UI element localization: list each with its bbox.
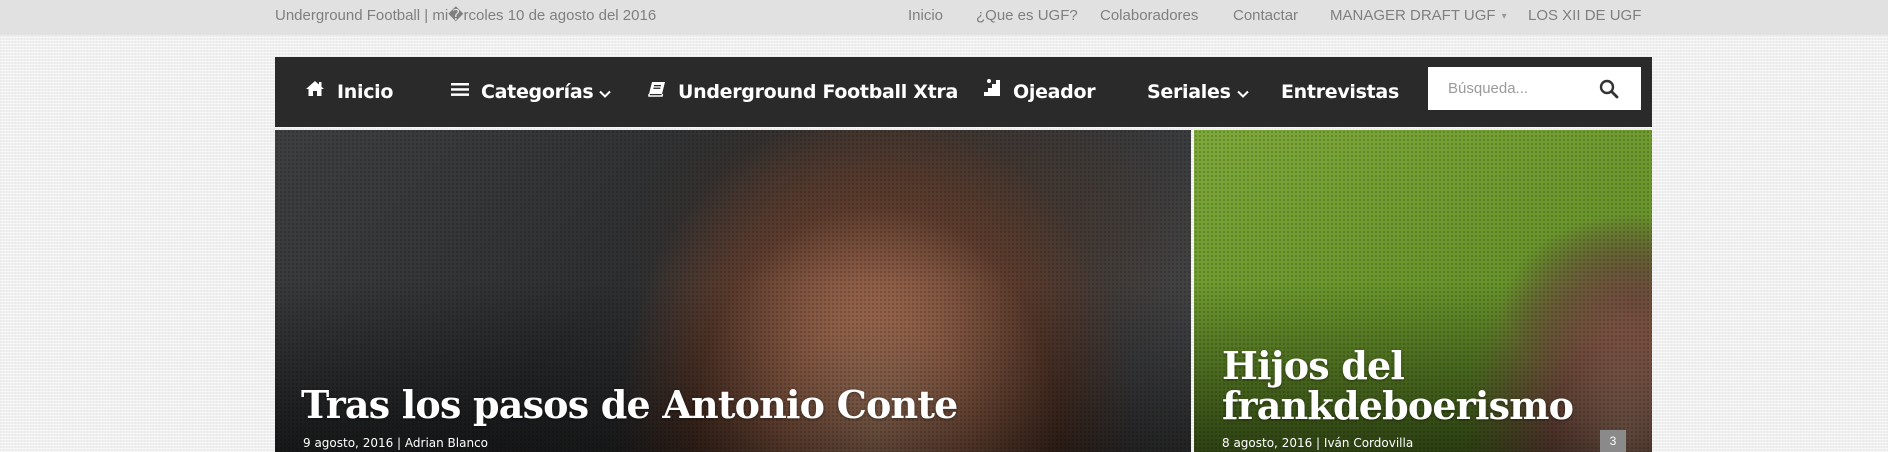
featured-article-meta: 9 agosto, 2016 | Adrian Blanco xyxy=(303,436,489,450)
nav-item-ojeador-label: Ojeador xyxy=(1013,81,1096,103)
nav-item-entrevistas-label: Entrevistas xyxy=(1281,81,1399,103)
nav-item-seriales[interactable]: Seriales xyxy=(1147,57,1249,127)
chevron-down-icon xyxy=(599,57,612,127)
nav-item-categorias[interactable]: Categorías xyxy=(451,56,612,127)
top-link-inicio[interactable]: Inicio xyxy=(908,0,943,31)
nav-item-inicio-label: Inicio xyxy=(337,81,394,103)
nav-item-ojeador[interactable]: Ojeador xyxy=(983,56,1096,127)
site-date: Underground Football | mi�rcoles 10 de a… xyxy=(275,7,657,24)
book-icon xyxy=(648,56,666,126)
menu-icon xyxy=(451,56,469,126)
chevron-down-icon xyxy=(1236,57,1249,127)
stairs-icon xyxy=(983,56,1001,126)
search-input[interactable] xyxy=(1428,67,1598,110)
top-link-contactar[interactable]: Contactar xyxy=(1233,0,1298,31)
nav-item-uf-xtra-label: Underground Football Xtra xyxy=(678,81,958,103)
featured-article-secondary[interactable]: Hijos del frankdeboerismo 8 agosto, 2016… xyxy=(1194,130,1652,452)
caret-down-icon: ▾ xyxy=(1501,11,1507,22)
featured-article-title[interactable]: Tras los pasos de Antonio Conte xyxy=(301,383,958,427)
nav-item-inicio[interactable]: Inicio xyxy=(305,57,393,127)
top-link-colaboradores[interactable]: Colaboradores xyxy=(1100,0,1198,31)
nav-item-seriales-label: Seriales xyxy=(1147,81,1231,103)
comment-count-badge[interactable]: 3 xyxy=(1600,430,1626,452)
featured-article-main[interactable]: Tras los pasos de Antonio Conte 9 agosto… xyxy=(275,130,1191,452)
top-link-manager-draft[interactable]: MANAGER DRAFT UGF ▾ xyxy=(1330,0,1507,31)
search-icon[interactable] xyxy=(1598,78,1620,100)
top-bar: Underground Football | mi�rcoles 10 de a… xyxy=(0,0,1888,35)
nav-item-underground-football-xtra[interactable]: Underground Football Xtra xyxy=(648,57,958,127)
nav-item-entrevistas[interactable]: Entrevistas xyxy=(1281,57,1399,127)
nav-item-categorias-label: Categorías xyxy=(481,81,594,103)
featured-article-meta: 8 agosto, 2016 | Iván Cordovilla xyxy=(1222,436,1414,450)
top-link-los-xii[interactable]: LOS XII DE UGF xyxy=(1528,0,1641,31)
featured-article-title[interactable]: Hijos del frankdeboerismo xyxy=(1222,346,1622,426)
home-icon xyxy=(305,56,325,126)
top-link-que-es-ugf[interactable]: ¿Que es UGF? xyxy=(976,0,1078,31)
top-link-manager-draft-label: MANAGER DRAFT UGF xyxy=(1330,7,1496,24)
